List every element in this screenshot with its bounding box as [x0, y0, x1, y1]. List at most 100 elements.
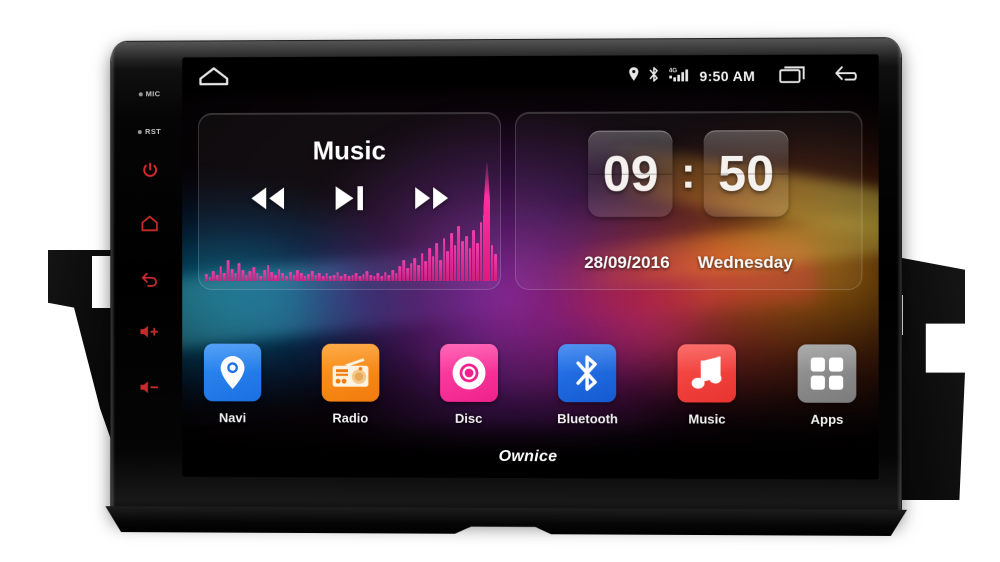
equalizer-bar: [252, 267, 255, 281]
app-bluetooth-tile[interactable]: [558, 344, 617, 403]
equalizer-bar: [288, 272, 292, 281]
equalizer-bar: [285, 276, 288, 281]
next-track-button[interactable]: [409, 184, 455, 217]
clock-weekday: Wednesday: [697, 252, 793, 272]
app-navi[interactable]: Navi: [198, 343, 267, 426]
back-key[interactable]: [121, 270, 178, 288]
mic-led-dot: [138, 91, 143, 96]
power-key[interactable]: [121, 161, 178, 180]
equalizer-bar: [420, 252, 424, 281]
mic-indicator-label: MIC: [145, 89, 161, 99]
back-icon[interactable]: [834, 63, 864, 88]
app-bluetooth-label: Bluetooth: [557, 411, 618, 427]
equalizer-bar: [358, 275, 362, 281]
equalizer-bar: [347, 276, 351, 281]
app-apps[interactable]: Apps: [792, 344, 863, 427]
equalizer-bar: [277, 268, 281, 281]
volume-down-icon: [121, 379, 178, 395]
equalizer-bar: [464, 235, 468, 281]
volume-up-key[interactable]: [121, 324, 178, 340]
equalizer-bar: [406, 267, 409, 281]
home-key[interactable]: [121, 214, 178, 232]
equalizer-bar: [215, 274, 219, 281]
clock-minutes: 50: [703, 130, 789, 217]
equalizer-bar: [468, 248, 472, 281]
equalizer-bar: [472, 230, 475, 281]
app-navi-tile[interactable]: [203, 343, 262, 402]
statusbar-home-button[interactable]: [198, 65, 230, 92]
recents-icon[interactable]: [778, 63, 808, 88]
app-disc[interactable]: Disc: [434, 343, 504, 426]
mic-indicator: MIC: [121, 89, 178, 98]
svg-text:4G: 4G: [669, 67, 678, 74]
music-widget[interactable]: Music: [197, 112, 502, 290]
app-music-tile[interactable]: [677, 344, 737, 403]
disc-icon: [451, 355, 487, 391]
clock-date-row: 28/09/2016 Wednesday: [516, 253, 861, 273]
equalizer-bar: [435, 243, 439, 281]
bezel-edge-left: [111, 49, 116, 507]
play-pause-button[interactable]: [329, 183, 369, 218]
head-unit-body: MIC RST 4G 9:50 AM Music 09: 50 28/09/2…: [111, 38, 901, 522]
app-disc-tile[interactable]: [439, 343, 498, 402]
equalizer-bar: [354, 272, 358, 281]
volume-down-key[interactable]: [121, 379, 178, 395]
equalizer-bar: [461, 241, 464, 281]
equalizer-bar: [241, 270, 245, 281]
mic-indicator-label-row: MIC: [121, 89, 178, 98]
equalizer-bar: [373, 276, 376, 281]
status-bar: 4G 9:50 AM: [182, 54, 878, 99]
equalizer-bar: [255, 273, 259, 281]
equalizer-bar: [402, 260, 406, 281]
equalizer-bar: [299, 273, 303, 281]
clock-digits-row: 09 : 50: [516, 130, 861, 217]
equalizer-bar: [384, 272, 387, 281]
equalizer-bar: [395, 273, 398, 281]
status-bar-clock: 9:50 AM: [699, 67, 756, 85]
app-bluetooth[interactable]: Bluetooth: [552, 344, 622, 426]
touchscreen-display[interactable]: 4G 9:50 AM Music 09: 50 28/09/2016 Wedn…: [182, 54, 879, 480]
music-equalizer: [204, 215, 498, 281]
app-music-label: Music: [688, 411, 726, 427]
app-radio-tile[interactable]: [321, 343, 380, 402]
music-equalizer-peak-spire: [483, 163, 490, 281]
clock-widget[interactable]: 09 : 50 28/09/2016 Wednesday: [515, 110, 863, 291]
equalizer-bar: [266, 264, 270, 281]
music-note-icon: [690, 355, 724, 391]
reset-indicator[interactable]: RST: [121, 127, 178, 136]
app-navi-label: Navi: [218, 410, 247, 426]
equalizer-bar: [244, 274, 248, 281]
app-radio[interactable]: Radio: [316, 343, 386, 426]
equalizer-bar: [457, 226, 461, 281]
equalizer-bar: [223, 272, 226, 281]
equalizer-bar: [204, 274, 208, 281]
reset-indicator-label: RST: [145, 127, 162, 137]
equalizer-bar: [362, 274, 365, 281]
equalizer-bar: [453, 245, 457, 281]
status-bar-right-cluster: 4G 9:50 AM: [628, 63, 864, 89]
equalizer-bar: [428, 248, 431, 281]
equalizer-bar: [398, 265, 402, 281]
previous-track-button[interactable]: [244, 184, 290, 217]
back-arrow-icon: [121, 270, 178, 288]
radio-icon: [330, 357, 370, 389]
equalizer-bar: [274, 274, 277, 281]
music-widget-title: Music: [312, 135, 386, 166]
clock-separator: :: [680, 148, 696, 198]
app-apps-tile[interactable]: [797, 344, 857, 403]
equalizer-bar: [321, 275, 325, 281]
equalizer-bar: [318, 272, 321, 281]
equalizer-bar: [219, 265, 223, 281]
equalizer-bar: [259, 276, 263, 281]
equalizer-bar: [332, 274, 336, 281]
bluetooth-icon: [574, 354, 600, 392]
reset-led-dot: [138, 129, 143, 134]
equalizer-bar: [446, 250, 450, 281]
equalizer-bar: [369, 274, 373, 281]
equalizer-bar: [310, 271, 314, 281]
equalizer-bar: [208, 276, 212, 281]
equalizer-bar: [226, 260, 230, 281]
equalizer-bar: [307, 274, 310, 281]
app-music[interactable]: Music: [672, 344, 743, 427]
equalizer-bar: [387, 274, 391, 281]
